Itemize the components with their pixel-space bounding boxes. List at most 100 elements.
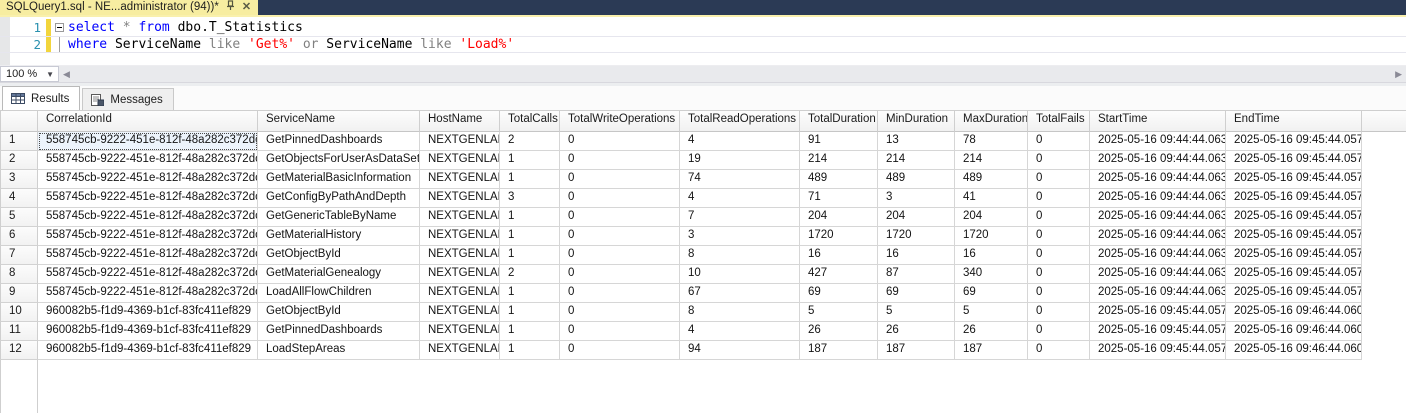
grid-cell-EndTime[interactable]: 2025-05-16 09:46:44.060: [1226, 303, 1362, 322]
grid-cell-EndTime[interactable]: 2025-05-16 09:46:44.060: [1226, 322, 1362, 341]
grid-cell-TotalDuration[interactable]: 26: [800, 322, 878, 341]
grid-cell-HostName[interactable]: NEXTGENLAB: [420, 265, 500, 284]
grid-cell-TotalCalls[interactable]: 1: [500, 151, 560, 170]
grid-cell-EndTime[interactable]: 2025-05-16 09:45:44.057: [1226, 246, 1362, 265]
grid-cell-TotalFails[interactable]: 0: [1028, 303, 1090, 322]
grid-cell-StartTime[interactable]: 2025-05-16 09:44:44.063: [1090, 265, 1226, 284]
grid-cell-TotalWriteOperations[interactable]: 0: [560, 151, 680, 170]
grid-cell-HostName[interactable]: NEXTGENLAB: [420, 246, 500, 265]
grid-cell-EndTime[interactable]: 2025-05-16 09:46:44.060: [1226, 341, 1362, 360]
grid-cell-HostName[interactable]: NEXTGENLAB: [420, 189, 500, 208]
column-header-TotalReadOperations[interactable]: TotalReadOperations: [680, 111, 800, 132]
grid-cell-MinDuration[interactable]: 3: [878, 189, 955, 208]
grid-cell-TotalWriteOperations[interactable]: 0: [560, 303, 680, 322]
select-all-corner[interactable]: [0, 111, 38, 132]
grid-cell-TotalReadOperations[interactable]: 10: [680, 265, 800, 284]
grid-cell-ServiceName[interactable]: LoadStepAreas: [258, 341, 420, 360]
grid-cell-TotalDuration[interactable]: 71: [800, 189, 878, 208]
grid-cell-HostName[interactable]: NEXTGENLAB: [420, 284, 500, 303]
grid-cell-TotalCalls[interactable]: 1: [500, 170, 560, 189]
grid-cell-TotalFails[interactable]: 0: [1028, 246, 1090, 265]
grid-cell-TotalReadOperations[interactable]: 8: [680, 246, 800, 265]
grid-cell-MinDuration[interactable]: 5: [878, 303, 955, 322]
grid-cell-CorrelationId[interactable]: 960082b5-f1d9-4369-b1cf-83fc411ef829: [38, 341, 258, 360]
grid-cell-CorrelationId[interactable]: 558745cb-9222-451e-812f-48a282c372dc: [38, 132, 258, 151]
row-header[interactable]: 1: [0, 132, 38, 151]
grid-cell-ServiceName[interactable]: GetConfigByPathAndDepth: [258, 189, 420, 208]
grid-cell-EndTime[interactable]: 2025-05-16 09:45:44.057: [1226, 265, 1362, 284]
scroll-left-icon[interactable]: ◀: [59, 70, 74, 79]
grid-cell-TotalFails[interactable]: 0: [1028, 322, 1090, 341]
grid-cell-TotalFails[interactable]: 0: [1028, 189, 1090, 208]
row-header[interactable]: 8: [0, 265, 38, 284]
column-header-TotalWriteOperations[interactable]: TotalWriteOperations: [560, 111, 680, 132]
code-line[interactable]: 2where ServiceName like 'Get%' or Servic…: [0, 36, 1406, 53]
grid-cell-MaxDuration[interactable]: 340: [955, 265, 1028, 284]
grid-cell-TotalFails[interactable]: 0: [1028, 341, 1090, 360]
grid-cell-StartTime[interactable]: 2025-05-16 09:45:44.057: [1090, 322, 1226, 341]
grid-cell-MaxDuration[interactable]: 16: [955, 246, 1028, 265]
grid-cell-HostName[interactable]: NEXTGENLAB: [420, 322, 500, 341]
grid-cell-TotalFails[interactable]: 0: [1028, 132, 1090, 151]
collapse-region-icon[interactable]: [51, 19, 68, 36]
grid-cell-TotalWriteOperations[interactable]: 0: [560, 246, 680, 265]
column-header-ServiceName[interactable]: ServiceName: [258, 111, 420, 132]
grid-cell-HostName[interactable]: NEXTGENLAB: [420, 170, 500, 189]
grid-cell-TotalReadOperations[interactable]: 4: [680, 322, 800, 341]
grid-cell-EndTime[interactable]: 2025-05-16 09:45:44.057: [1226, 208, 1362, 227]
grid-cell-TotalFails[interactable]: 0: [1028, 227, 1090, 246]
grid-cell-CorrelationId[interactable]: 558745cb-9222-451e-812f-48a282c372dc: [38, 189, 258, 208]
grid-cell-StartTime[interactable]: 2025-05-16 09:44:44.063: [1090, 246, 1226, 265]
column-header-MinDuration[interactable]: MinDuration: [878, 111, 955, 132]
grid-cell-MinDuration[interactable]: 13: [878, 132, 955, 151]
grid-cell-TotalDuration[interactable]: 187: [800, 341, 878, 360]
grid-cell-MaxDuration[interactable]: 489: [955, 170, 1028, 189]
grid-cell-EndTime[interactable]: 2025-05-16 09:45:44.057: [1226, 132, 1362, 151]
grid-cell-TotalWriteOperations[interactable]: 0: [560, 208, 680, 227]
pin-icon[interactable]: [226, 0, 235, 14]
grid-cell-ServiceName[interactable]: GetMaterialGenealogy: [258, 265, 420, 284]
column-header-MaxDuration[interactable]: MaxDuration: [955, 111, 1028, 132]
sql-editor[interactable]: 1select * from dbo.T_Statistics2where Se…: [0, 17, 1406, 65]
grid-cell-TotalWriteOperations[interactable]: 0: [560, 341, 680, 360]
grid-cell-TotalWriteOperations[interactable]: 0: [560, 284, 680, 303]
row-header[interactable]: 12: [0, 341, 38, 360]
grid-cell-StartTime[interactable]: 2025-05-16 09:44:44.063: [1090, 132, 1226, 151]
grid-cell-TotalCalls[interactable]: 1: [500, 303, 560, 322]
grid-cell-TotalReadOperations[interactable]: 94: [680, 341, 800, 360]
grid-cell-TotalReadOperations[interactable]: 4: [680, 189, 800, 208]
zoom-dropdown[interactable]: 100 % ▼: [0, 66, 59, 82]
grid-cell-HostName[interactable]: NEXTGENLAB: [420, 151, 500, 170]
grid-cell-TotalWriteOperations[interactable]: 0: [560, 170, 680, 189]
grid-cell-EndTime[interactable]: 2025-05-16 09:45:44.057: [1226, 284, 1362, 303]
grid-cell-ServiceName[interactable]: GetObjectById: [258, 303, 420, 322]
grid-cell-MaxDuration[interactable]: 41: [955, 189, 1028, 208]
grid-cell-TotalDuration[interactable]: 91: [800, 132, 878, 151]
grid-cell-ServiceName[interactable]: GetPinnedDashboards: [258, 132, 420, 151]
grid-cell-TotalCalls[interactable]: 1: [500, 284, 560, 303]
grid-cell-EndTime[interactable]: 2025-05-16 09:45:44.057: [1226, 227, 1362, 246]
scroll-right-icon[interactable]: ▶: [1391, 70, 1406, 79]
row-header[interactable]: 5: [0, 208, 38, 227]
grid-cell-CorrelationId[interactable]: 558745cb-9222-451e-812f-48a282c372dc: [38, 265, 258, 284]
row-header[interactable]: 2: [0, 151, 38, 170]
grid-cell-TotalWriteOperations[interactable]: 0: [560, 322, 680, 341]
grid-cell-MinDuration[interactable]: 87: [878, 265, 955, 284]
code-line[interactable]: 1select * from dbo.T_Statistics: [0, 19, 1406, 36]
row-header[interactable]: 4: [0, 189, 38, 208]
grid-cell-TotalCalls[interactable]: 2: [500, 132, 560, 151]
grid-cell-HostName[interactable]: NEXTGENLAB: [420, 303, 500, 322]
grid-cell-TotalDuration[interactable]: 16: [800, 246, 878, 265]
grid-cell-MaxDuration[interactable]: 204: [955, 208, 1028, 227]
row-header[interactable]: 7: [0, 246, 38, 265]
grid-cell-HostName[interactable]: NEXTGENLAB: [420, 208, 500, 227]
grid-cell-MinDuration[interactable]: 16: [878, 246, 955, 265]
grid-cell-TotalDuration[interactable]: 69: [800, 284, 878, 303]
grid-cell-MinDuration[interactable]: 489: [878, 170, 955, 189]
grid-cell-TotalFails[interactable]: 0: [1028, 170, 1090, 189]
tab-messages[interactable]: Messages: [82, 88, 173, 110]
grid-cell-TotalDuration[interactable]: 427: [800, 265, 878, 284]
column-header-EndTime[interactable]: EndTime: [1226, 111, 1362, 132]
grid-cell-TotalReadOperations[interactable]: 74: [680, 170, 800, 189]
grid-cell-TotalWriteOperations[interactable]: 0: [560, 189, 680, 208]
